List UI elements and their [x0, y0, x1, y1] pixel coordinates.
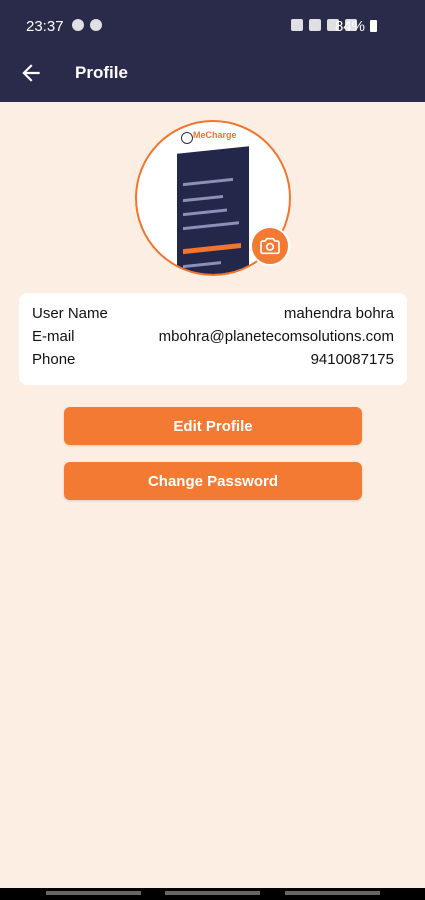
nav-recents[interactable] — [46, 891, 141, 895]
phone-value: 9410087175 — [310, 351, 394, 368]
alarm-icon — [309, 19, 321, 31]
download-icon — [90, 19, 102, 31]
username-value: mahendra bohra — [283, 305, 394, 322]
logo-mark-icon — [181, 132, 193, 144]
status-bar: 23:37 84% — [0, 0, 425, 50]
system-nav-bar — [0, 888, 425, 900]
nav-back[interactable] — [285, 891, 380, 895]
camera-icon — [260, 237, 280, 255]
change-photo-button[interactable] — [250, 226, 290, 266]
profile-avatar: MeCharge — [135, 120, 291, 276]
app-preview-graphic — [177, 146, 249, 274]
edit-profile-button[interactable]: Edit Profile — [64, 407, 362, 445]
profile-info-card: User Name mahendra bohra E-mail mbohra@p… — [19, 293, 407, 385]
battery-level: 84% — [334, 18, 365, 35]
avatar-logo-text: MeCharge — [193, 130, 237, 140]
info-row-email: E-mail mbohra@planetecomsolutions.com — [32, 328, 394, 350]
back-arrow-icon[interactable] — [18, 60, 44, 86]
info-row-username: User Name mahendra bohra — [32, 305, 394, 327]
email-value: mbohra@planetecomsolutions.com — [158, 328, 394, 345]
change-password-button[interactable]: Change Password — [64, 462, 362, 500]
phone-label: Phone — [32, 351, 76, 368]
info-row-phone: Phone 9410087175 — [32, 351, 394, 373]
notification-icon — [72, 19, 84, 31]
battery-icon — [370, 20, 377, 32]
username-label: User Name — [32, 305, 108, 322]
lock-icon — [291, 19, 303, 31]
nav-home[interactable] — [165, 891, 260, 895]
app-bar: 23:37 84% Profile — [0, 0, 425, 102]
email-label: E-mail — [32, 328, 75, 345]
page-title: Profile — [75, 63, 128, 82]
status-time: 23:37 — [26, 18, 64, 35]
